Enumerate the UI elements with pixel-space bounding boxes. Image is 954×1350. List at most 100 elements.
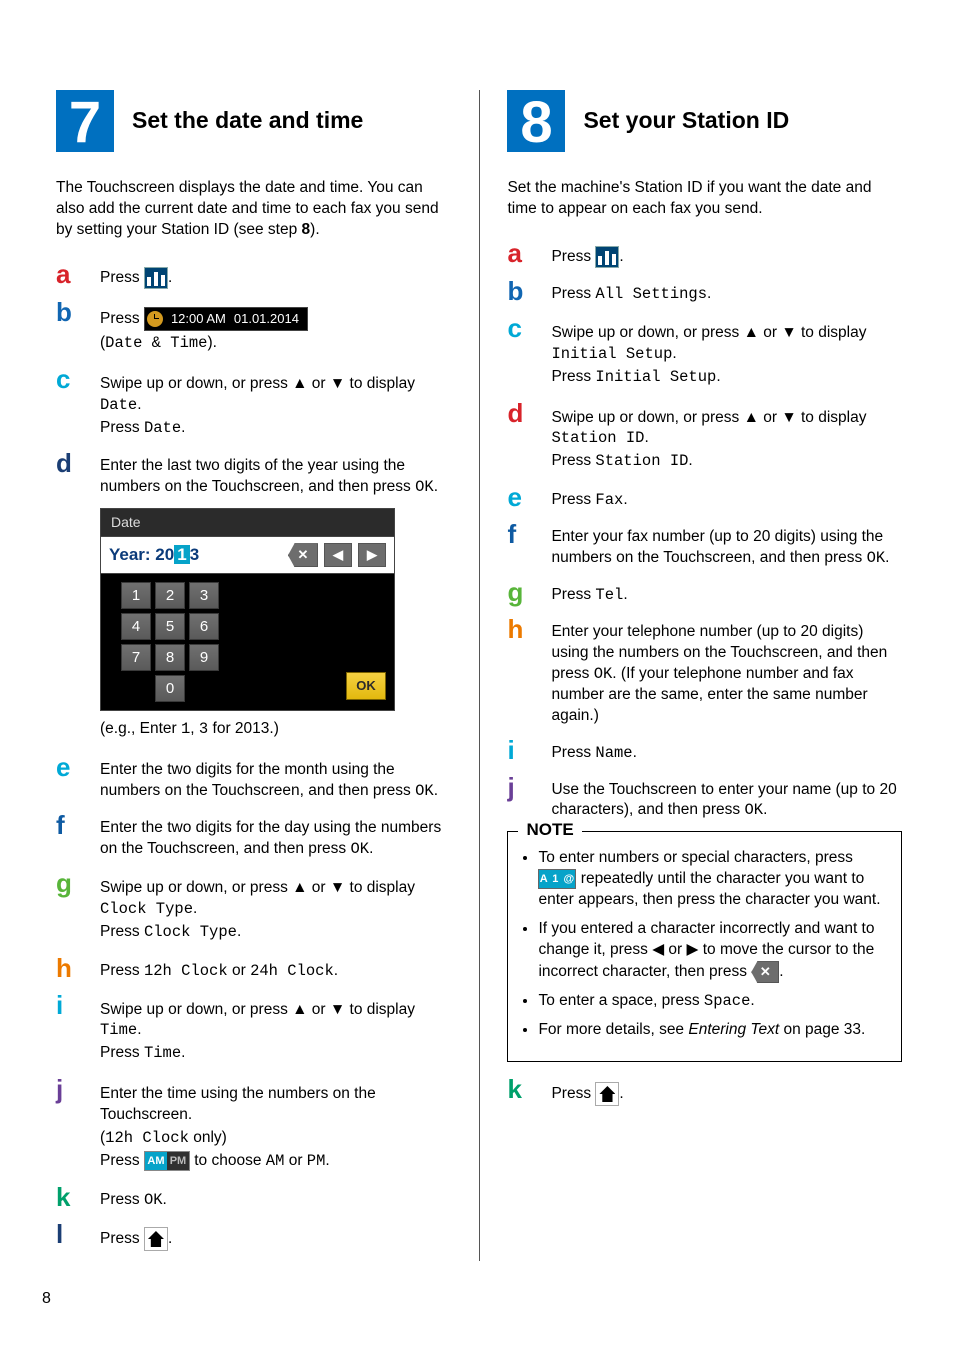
datetime-button[interactable]: 12:00 AM 01.01.2014: [144, 307, 308, 331]
text: Swipe up or down, or press ▲ or ▼ to dis…: [100, 375, 415, 392]
mono: OK: [744, 801, 763, 819]
text: .: [623, 586, 627, 603]
step-d: d Enter the last two digits of the year …: [56, 450, 451, 498]
step-letter: g: [507, 579, 533, 605]
text: Press: [100, 1230, 144, 1247]
text: ,: [190, 720, 199, 737]
text: Press: [100, 1152, 144, 1169]
text: Press: [551, 285, 595, 302]
home-icon[interactable]: [144, 1227, 168, 1251]
backspace-icon[interactable]: ✕: [751, 961, 779, 983]
step-letter: j: [507, 774, 533, 800]
step-letter: b: [507, 278, 533, 304]
text: on page 33.: [779, 1021, 865, 1038]
step-body: Enter the two digits for the day using t…: [100, 812, 451, 860]
step-h: h Press 12h Clock or 24h Clock.: [56, 955, 451, 982]
year-caret: 1: [174, 545, 189, 564]
step-l: l Press .: [56, 1221, 451, 1251]
two-column-layout: 7 Set the date and time The Touchscreen …: [56, 90, 902, 1261]
note-item: To enter numbers or special characters, …: [538, 848, 889, 911]
step-letter: h: [56, 955, 82, 981]
key-3[interactable]: 3: [189, 582, 219, 609]
text: .: [434, 478, 438, 495]
step-letter: f: [507, 521, 533, 547]
step-j: j Use the Touchscreen to enter your name…: [507, 774, 902, 822]
right-column: 8 Set your Station ID Set the machine's …: [507, 90, 902, 1261]
mono: Time: [144, 1044, 181, 1062]
text: .: [672, 345, 676, 362]
intro-text-end: ).: [310, 221, 319, 238]
step-c: c Swipe up or down, or press ▲ or ▼ to d…: [56, 366, 451, 441]
text: .: [325, 1152, 329, 1169]
step-letter: f: [56, 812, 82, 838]
step-body: Swipe up or down, or press ▲ or ▼ to dis…: [100, 366, 451, 441]
step-body: Press .: [100, 1221, 451, 1251]
text: For more details, see: [538, 1021, 688, 1038]
text: .: [137, 396, 141, 413]
text: .: [619, 1085, 623, 1102]
step-number-box: 7: [56, 90, 114, 152]
text: .: [168, 1230, 172, 1247]
screenshot-title: Date: [101, 509, 394, 536]
mono: All Settings: [595, 285, 707, 303]
step-d: d Swipe up or down, or press ▲ or ▼ to d…: [507, 400, 902, 475]
step-letter: l: [56, 1221, 82, 1247]
mono: 24h Clock: [250, 962, 334, 980]
key-9[interactable]: 9: [189, 644, 219, 671]
key-7[interactable]: 7: [121, 644, 151, 671]
text: Press: [100, 1044, 144, 1061]
mono: Date: [100, 396, 137, 414]
settings-icon[interactable]: [144, 267, 168, 289]
mono: 1: [181, 720, 190, 738]
step-letter: c: [507, 315, 533, 341]
step-letter: a: [56, 261, 82, 287]
char-mode-button[interactable]: A 1 @: [538, 869, 576, 889]
ok-button[interactable]: OK: [346, 672, 386, 700]
text: Swipe up or down, or press ▲ or ▼ to dis…: [100, 1001, 415, 1018]
note-list: To enter numbers or special characters, …: [520, 848, 889, 1041]
text: for 2013.): [208, 720, 279, 737]
text: Press: [100, 962, 144, 979]
intro-text: The Touchscreen displays the date and ti…: [56, 179, 439, 238]
step-body: Swipe up or down, or press ▲ or ▼ to dis…: [100, 992, 451, 1067]
am-pm-toggle[interactable]: AMPM: [144, 1151, 190, 1171]
step-i: i Swipe up or down, or press ▲ or ▼ to d…: [56, 992, 451, 1067]
cursor-right-button[interactable]: ▶: [358, 543, 386, 567]
year-suffix: 3: [190, 545, 199, 564]
home-icon[interactable]: [595, 1082, 619, 1106]
screenshot-body: 1 2 3 4 5 6 7 8 9 0 OK: [101, 574, 394, 710]
step-f: f Enter your fax number (up to 20 digits…: [507, 521, 902, 569]
text: Press: [100, 419, 144, 436]
backspace-button[interactable]: ✕: [288, 543, 318, 567]
text: to choose: [194, 1152, 266, 1169]
step-letter: d: [507, 400, 533, 426]
pm-label: PM: [167, 1152, 189, 1170]
text: .: [644, 429, 648, 446]
mono: OK: [415, 782, 434, 800]
key-6[interactable]: 6: [189, 613, 219, 640]
column-divider: [479, 90, 480, 1261]
step-a: a Press .: [56, 261, 451, 289]
text: .: [181, 419, 185, 436]
settings-icon[interactable]: [595, 246, 619, 268]
key-2[interactable]: 2: [155, 582, 185, 609]
key-4[interactable]: 4: [121, 613, 151, 640]
cursor-left-button[interactable]: ◀: [324, 543, 352, 567]
mono: OK: [144, 1191, 163, 1209]
key-5[interactable]: 5: [155, 613, 185, 640]
step-c: c Swipe up or down, or press ▲ or ▼ to d…: [507, 315, 902, 390]
section-7-intro: The Touchscreen displays the date and ti…: [56, 178, 451, 241]
mono: Clock Type: [144, 923, 237, 941]
key-8[interactable]: 8: [155, 644, 185, 671]
step-body: Press 12h Clock or 24h Clock.: [100, 955, 451, 982]
key-1[interactable]: 1: [121, 582, 151, 609]
text: Press: [100, 923, 144, 940]
text: Swipe up or down, or press ▲ or ▼ to dis…: [551, 409, 866, 426]
mono: 12h Clock: [105, 1129, 189, 1147]
text: .: [623, 491, 627, 508]
key-0[interactable]: 0: [155, 675, 185, 702]
mono: PM: [307, 1152, 326, 1170]
am-label: AM: [145, 1152, 167, 1170]
mono: Space: [704, 992, 751, 1010]
step-e: e Press Fax.: [507, 484, 902, 511]
